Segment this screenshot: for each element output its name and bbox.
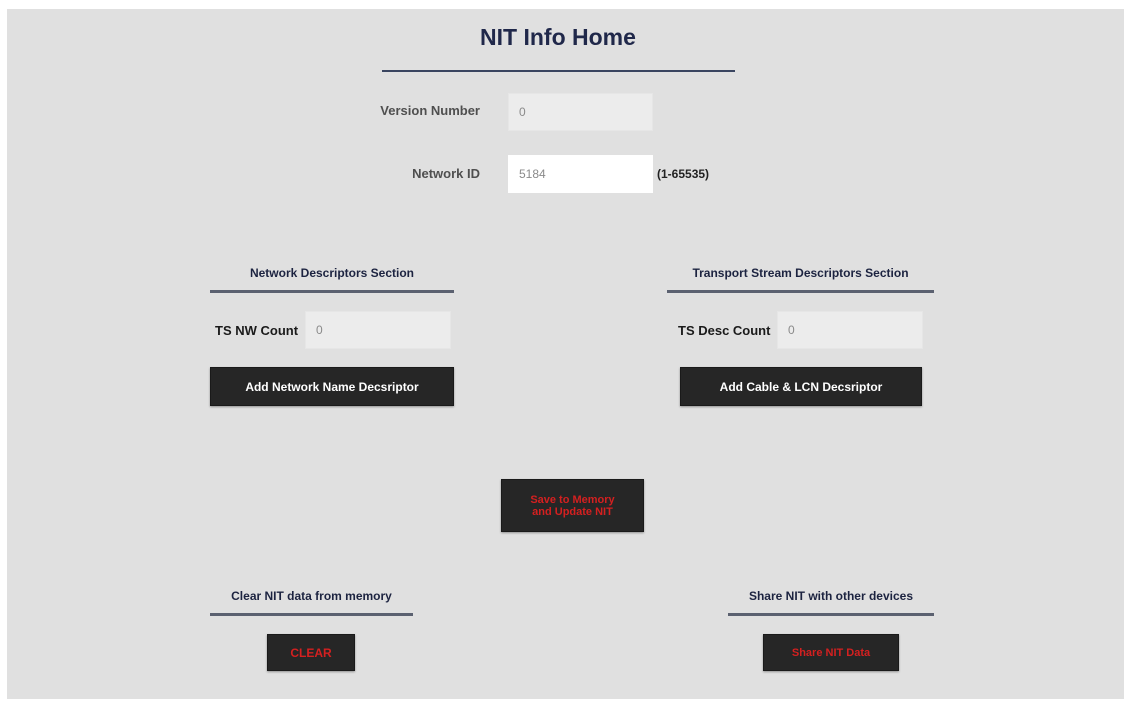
clear-button[interactable]: CLEAR: [267, 634, 355, 671]
clear-nit-divider: [210, 613, 413, 616]
save-button-line-2: and Update NIT: [532, 505, 613, 518]
network-descriptors-divider: [210, 290, 454, 293]
ts-nw-count-field[interactable]: [305, 311, 451, 349]
share-nit-data-button[interactable]: Share NIT Data: [763, 634, 899, 671]
version-number-label: Version Number: [380, 103, 480, 118]
network-id-range-hint: (1-65535): [657, 167, 710, 181]
network-id-field[interactable]: [508, 155, 653, 193]
network-descriptors-heading: Network Descriptors Section: [249, 266, 415, 280]
title-divider: [382, 70, 735, 72]
version-number-field[interactable]: [508, 93, 653, 131]
transport-stream-descriptors-divider: [667, 290, 934, 293]
clear-nit-heading: Clear NIT data from memory: [231, 589, 392, 603]
save-button-line-1: Save to Memory: [530, 493, 615, 506]
transport-stream-descriptors-heading: Transport Stream Descriptors Section: [692, 266, 909, 280]
share-nit-heading: Share NIT with other devices: [748, 589, 914, 603]
share-nit-divider: [728, 613, 934, 616]
add-cable-lcn-descriptor-button[interactable]: Add Cable & LCN Decsriptor: [680, 367, 922, 406]
save-and-update-nit-button[interactable]: Save to Memory and Update NIT: [501, 479, 644, 532]
network-id-label: Network ID: [412, 166, 480, 181]
page-title: NIT Info Home: [480, 24, 636, 50]
ts-desc-count-field[interactable]: [777, 311, 923, 349]
ts-desc-count-label: TS Desc Count: [678, 323, 771, 338]
ts-nw-count-label: TS NW Count: [215, 323, 299, 338]
add-network-name-descriptor-button[interactable]: Add Network Name Decsriptor: [210, 367, 454, 406]
